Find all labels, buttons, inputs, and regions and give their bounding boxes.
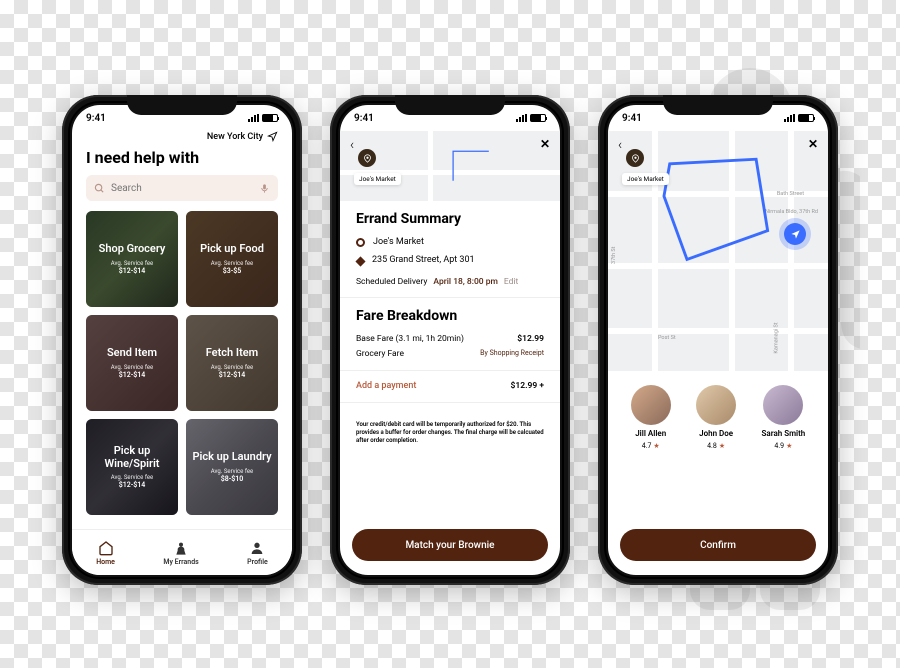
route-polygon <box>641 150 791 265</box>
star-icon: ★ <box>653 442 659 450</box>
add-payment-row[interactable]: Add a payment$12.99 + <box>356 381 544 391</box>
map-preview[interactable]: Joe's Market ‹ ✕ <box>340 131 560 201</box>
fare-title: Fare Breakdown <box>356 308 544 324</box>
back-button[interactable]: ‹ <box>618 137 622 153</box>
avatar <box>763 385 803 425</box>
scheduled-delivery-row: Scheduled Delivery April 18, 8:00 pm Edi… <box>356 277 544 287</box>
tile-pickup-food[interactable]: Pick up FoodAvg. Service fee$3-$5 <box>186 211 278 307</box>
brownie-option[interactable]: Sarah Smith 4.9★ <box>762 385 806 450</box>
avatar <box>696 385 736 425</box>
map-pin-icon <box>626 149 644 167</box>
dropoff-location: 235 Grand Street, Apt 301 <box>356 255 544 265</box>
close-button[interactable]: ✕ <box>808 137 818 151</box>
phone-mockup-summary: 9:41 Joe's Market ‹ ✕ Errand Summary Joe… <box>330 95 570 585</box>
edit-schedule-link[interactable]: Edit <box>504 277 518 287</box>
status-time: 9:41 <box>354 113 374 124</box>
star-icon: ★ <box>786 442 792 450</box>
search-icon <box>94 183 105 194</box>
search-bar[interactable] <box>86 175 278 201</box>
route-line <box>428 145 516 187</box>
tab-profile[interactable]: Profile <box>247 540 268 566</box>
pickup-location: Joe's Market <box>356 237 544 247</box>
match-brownie-button[interactable]: Match your Brownie <box>352 529 548 561</box>
map-pin-label: Joe's Market <box>354 173 401 185</box>
location-label: New York City <box>207 132 263 142</box>
category-grid: Shop GroceryAvg. Service fee$12-$14 Pick… <box>72 211 292 529</box>
signal-icon <box>516 114 527 122</box>
page-title: I need help with <box>72 146 292 175</box>
status-indicators <box>784 114 814 122</box>
payment-disclaimer: Your credit/debit card will be temporari… <box>356 421 544 445</box>
close-button[interactable]: ✕ <box>540 137 550 151</box>
status-indicators <box>248 114 278 122</box>
navigation-icon <box>790 229 801 240</box>
location-selector[interactable]: New York City <box>72 131 292 146</box>
status-time: 9:41 <box>86 113 106 124</box>
phone-mockup-home: 9:41 New York City I need help with Shop… <box>62 95 302 585</box>
status-time: 9:41 <box>622 113 642 124</box>
brownie-list: Jill Allen 4.7★ John Doe 4.8★ Sarah Smit… <box>608 371 828 456</box>
signal-icon <box>784 114 795 122</box>
profile-icon <box>249 540 265 556</box>
tile-send-item[interactable]: Send ItemAvg. Service fee$12-$14 <box>86 315 178 411</box>
tile-pickup-laundry[interactable]: Pick up LaundryAvg. Service fee$8-$10 <box>186 419 278 515</box>
errands-icon <box>173 540 189 556</box>
map-view[interactable]: Bath Street Nirmala Bldo, 37th Rd 37th S… <box>608 131 828 371</box>
fare-base-row: Base Fare (3.1 mi, 1h 20min)$12.99 <box>356 334 544 344</box>
signal-icon <box>248 114 259 122</box>
status-indicators <box>516 114 546 122</box>
tab-home[interactable]: Home <box>96 540 115 566</box>
microphone-icon[interactable] <box>259 183 270 194</box>
star-icon: ★ <box>719 442 725 450</box>
tab-my-errands[interactable]: My Errands <box>163 540 198 566</box>
tile-pickup-wine[interactable]: Pick up Wine/SpiritAvg. Service fee$12-$… <box>86 419 178 515</box>
tile-shop-grocery[interactable]: Shop GroceryAvg. Service fee$12-$14 <box>86 211 178 307</box>
location-arrow-icon <box>267 131 278 142</box>
phone-mockup-confirm: 9:41 Bath Street Nirmala Bldo, 37th Rd 3… <box>598 95 838 585</box>
brownie-option[interactable]: John Doe 4.8★ <box>696 385 736 450</box>
map-pin-label: Joe's Market <box>622 173 669 185</box>
battery-icon <box>262 114 278 122</box>
back-button[interactable]: ‹ <box>350 137 354 153</box>
current-location-dot <box>784 223 806 245</box>
battery-icon <box>798 114 814 122</box>
brownie-option[interactable]: Jill Allen 4.7★ <box>631 385 671 450</box>
fare-grocery-row: Grocery FareBy Shopping Receipt <box>356 349 544 359</box>
summary-title: Errand Summary <box>356 211 544 227</box>
search-input[interactable] <box>111 183 253 194</box>
home-icon <box>98 540 114 556</box>
tile-fetch-item[interactable]: Fetch ItemAvg. Service fee$12-$14 <box>186 315 278 411</box>
battery-icon <box>530 114 546 122</box>
avatar <box>631 385 671 425</box>
tab-bar: Home My Errands Profile <box>72 529 292 575</box>
confirm-button[interactable]: Confirm <box>620 529 816 561</box>
map-pin-icon <box>358 149 376 167</box>
